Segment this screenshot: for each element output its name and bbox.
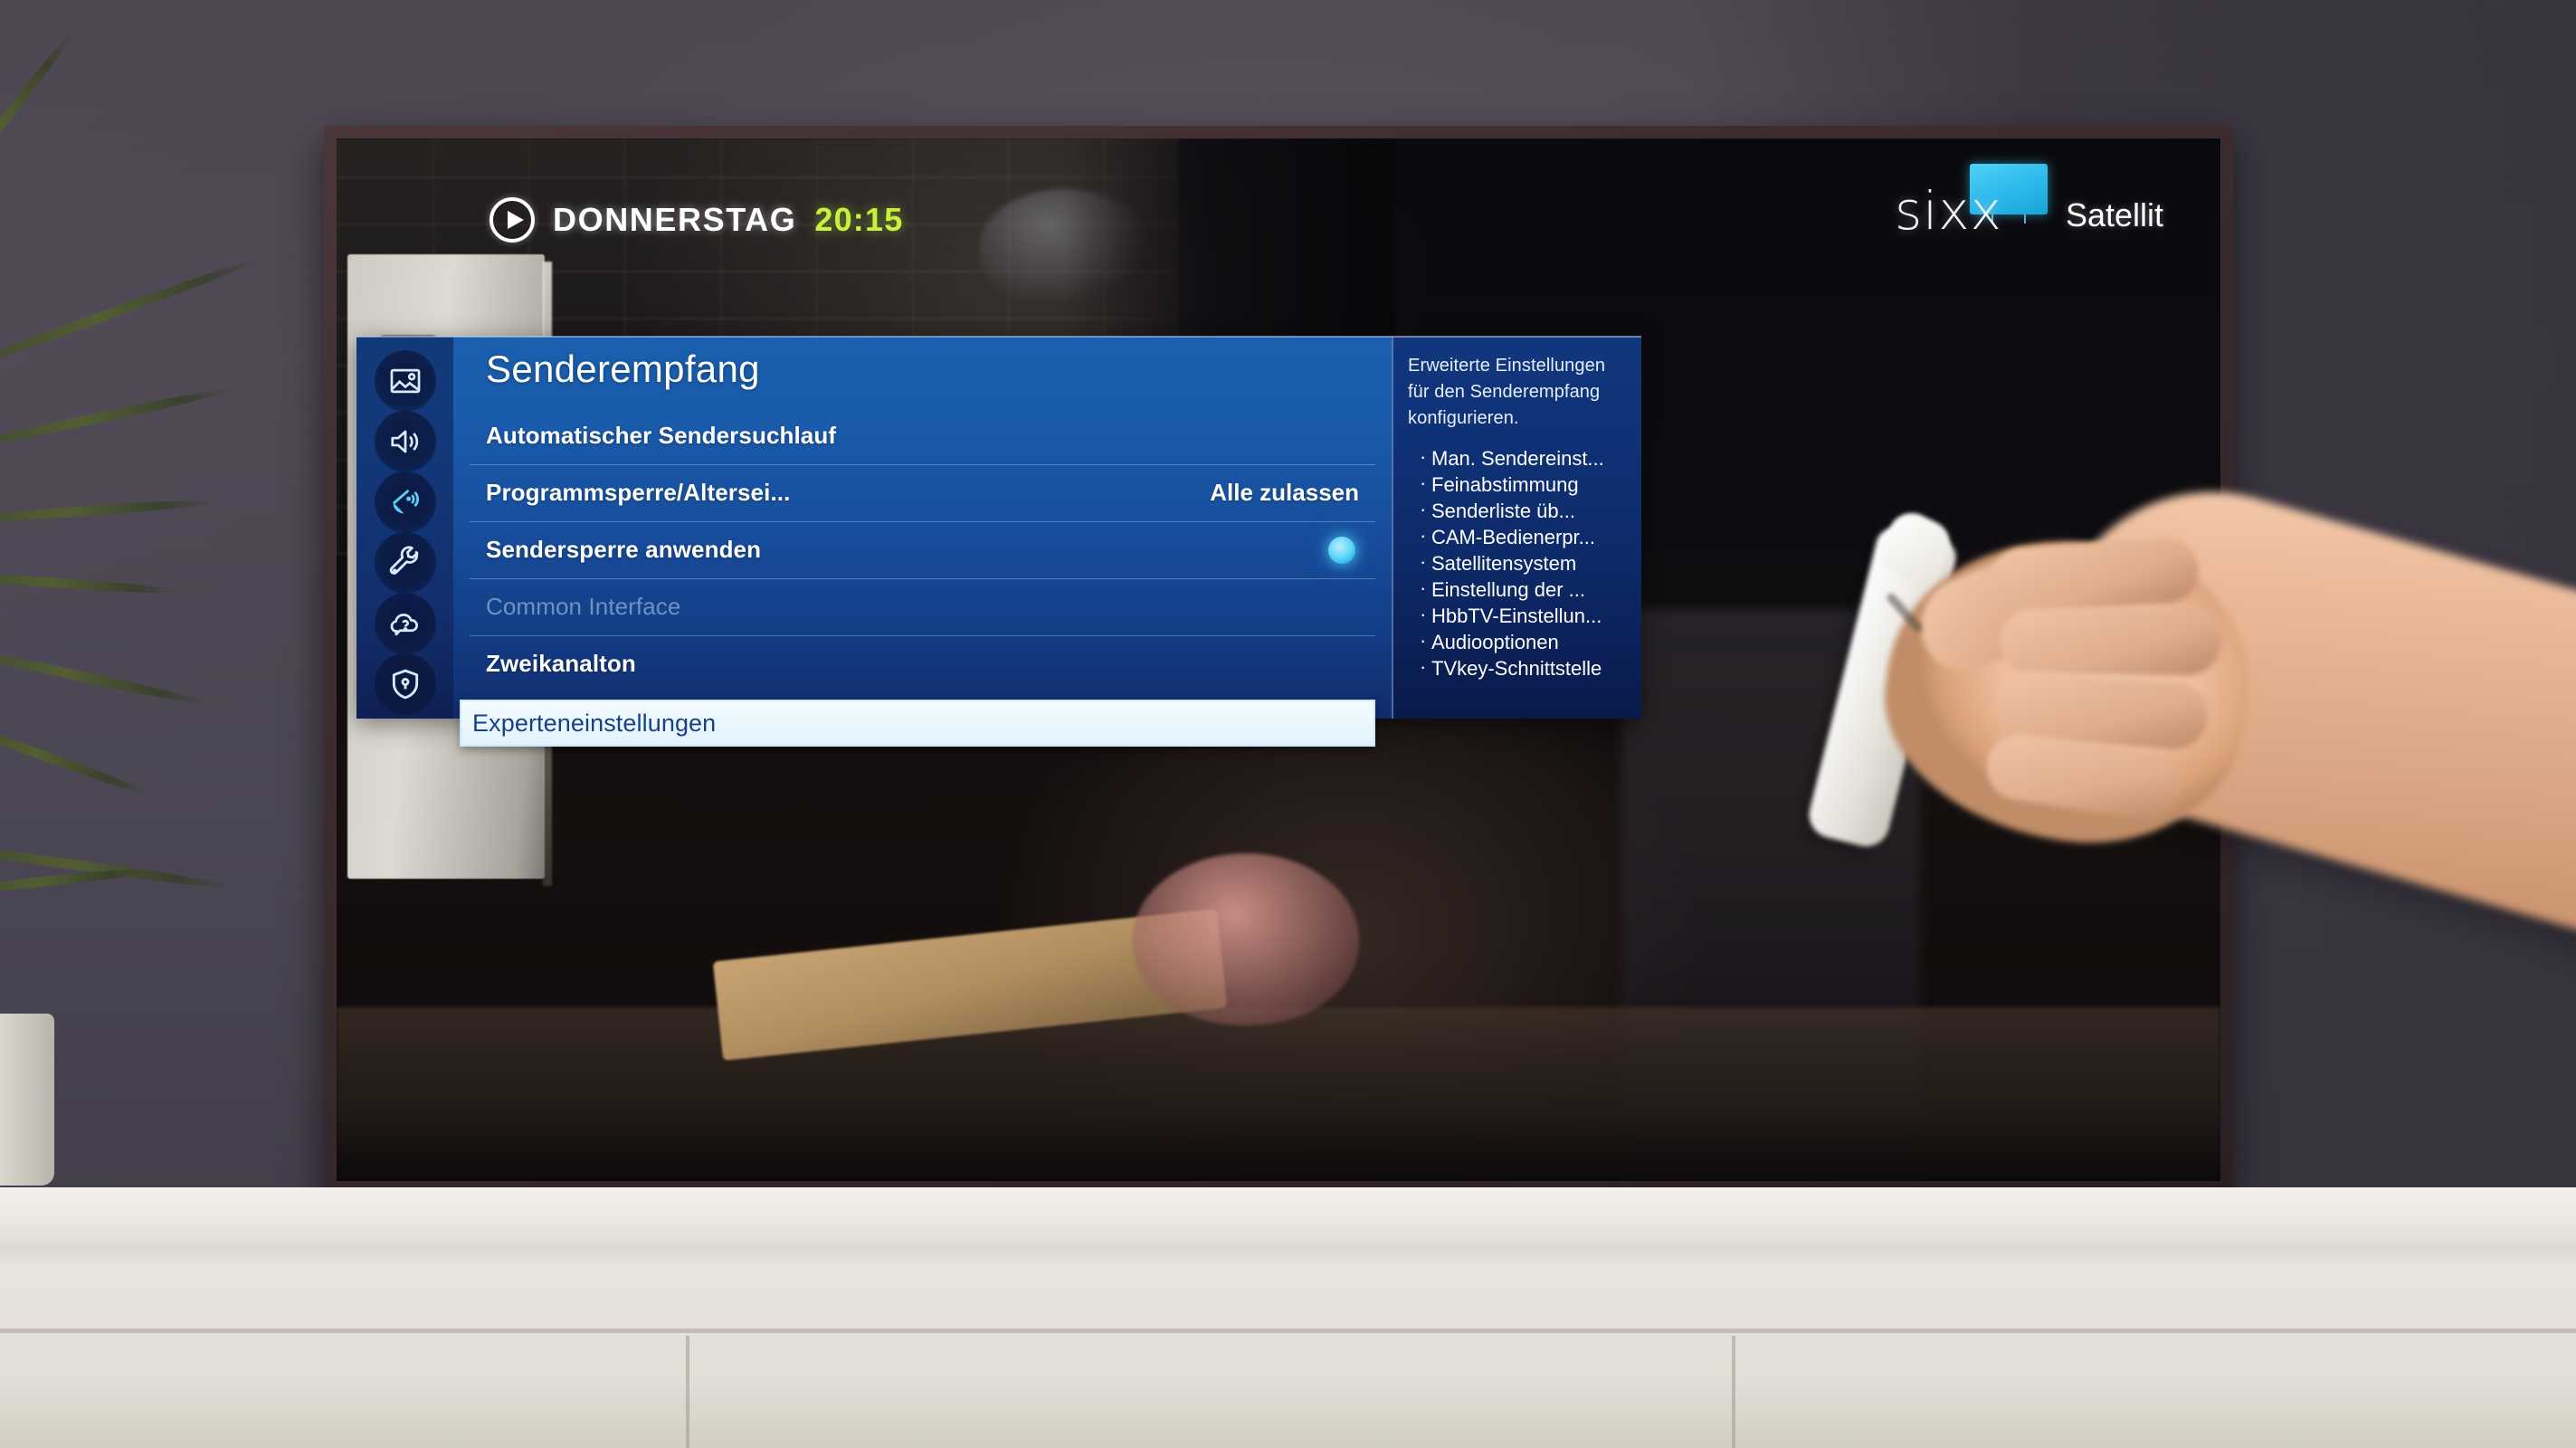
broadcasting-icon	[388, 485, 423, 519]
sound-icon	[388, 424, 423, 459]
sidebar-item-picture[interactable]	[374, 350, 436, 412]
television: DONNERSTAG 20:15 sixx Satellit Senderemp…	[324, 126, 2233, 1194]
settings-row-label: Automatischer Sendersuchlauf	[486, 422, 837, 449]
settings-row[interactable]: Programmsperre/Altersei... Alle zulassen	[470, 464, 1375, 521]
shield-lock-icon	[388, 667, 423, 701]
settings-row[interactable]: Zweikanalton	[470, 635, 1375, 692]
settings-row-label: Zweikanalton	[486, 650, 636, 677]
settings-row-label: Sendersperre anwenden	[486, 536, 762, 563]
settings-info-panel: Erweiterte Einstellungen für den Sendere…	[1392, 337, 1641, 719]
settings-sidebar	[356, 337, 453, 719]
play-circle-icon	[490, 197, 535, 243]
sideboard-surface	[0, 1187, 2576, 1225]
broadcast-day: DONNERSTAG	[553, 201, 797, 238]
info-list-item: Audiooptionen	[1420, 627, 1629, 655]
info-list-item: Einstellung der ...	[1420, 575, 1629, 603]
video-counter	[337, 1007, 2220, 1181]
settings-row[interactable]: Experteneinstellungen	[460, 700, 1375, 747]
potted-plant	[0, 0, 380, 1204]
settings-row-toggle[interactable]	[1328, 536, 1355, 564]
sidebar-item-sound[interactable]	[374, 411, 436, 472]
info-list-item: Satellitensystem	[1420, 548, 1629, 576]
settings-row[interactable]: Common Interface	[470, 578, 1375, 635]
settings-row-value: Alle zulassen	[1210, 479, 1359, 506]
settings-row-label: Experteneinstellungen	[472, 709, 717, 737]
plant-pot	[0, 1014, 54, 1186]
settings-row[interactable]: Sendersperre anwenden	[470, 521, 1375, 578]
settings-row[interactable]: Automatischer Sendersuchlauf	[470, 407, 1375, 464]
picture-icon	[388, 364, 423, 398]
info-item-list: Man. Sendereinst...FeinabstimmungSenderl…	[1408, 443, 1629, 681]
channel-logo-text: sixx	[1894, 180, 2002, 242]
settings-panel: Senderempfang Automatischer Sendersuchla…	[356, 337, 1641, 747]
now-playing-info: DONNERSTAG 20:15	[490, 197, 903, 243]
sidebar-item-general[interactable]	[374, 532, 436, 594]
info-list-item: HbbTV-Einstellun...	[1420, 601, 1629, 629]
sidebar-item-privacy[interactable]	[374, 653, 436, 715]
sideboard	[0, 1187, 2576, 1448]
settings-panel-top-border	[356, 336, 1641, 338]
support-icon	[388, 606, 423, 641]
sideboard-divider-1	[686, 1336, 689, 1448]
info-list-item: Feinabstimmung	[1420, 470, 1629, 498]
tv-screen: DONNERSTAG 20:15 sixx Satellit Senderemp…	[337, 138, 2220, 1181]
info-list-item: Man. Sendereinst...	[1420, 443, 1629, 472]
info-description: Erweiterte Einstellungen für den Sendere…	[1408, 356, 1606, 429]
sideboard-divider-2	[1732, 1336, 1735, 1448]
sidebar-item-broadcasting[interactable]	[374, 472, 436, 533]
broadcast-time: 20:15	[814, 201, 904, 238]
wrench-icon	[388, 546, 423, 580]
info-list-item: Senderliste üb...	[1420, 496, 1629, 524]
info-list-item: TVkey-Schnittstelle	[1420, 653, 1629, 681]
channel-logo: sixx	[1895, 164, 2053, 242]
page-title: Senderempfang	[486, 348, 760, 390]
settings-row-label: Common Interface	[486, 593, 681, 620]
settings-row-list: Automatischer Sendersuchlauf Programmsper…	[453, 407, 1392, 747]
osd-top-bar: DONNERSTAG 20:15 sixx Satellit	[337, 138, 2220, 319]
sideboard-seam	[0, 1329, 2576, 1333]
sidebar-item-support[interactable]	[374, 593, 436, 654]
signal-source-label: Satellit	[2065, 196, 2163, 233]
video-bowl	[1133, 853, 1359, 1025]
info-list-item: CAM-Bedienerpr...	[1420, 522, 1629, 550]
room-scene: DONNERSTAG 20:15 sixx Satellit Senderemp…	[0, 0, 2576, 1448]
channel-brand: sixx Satellit	[1895, 164, 2163, 242]
settings-main: Senderempfang Automatischer Sendersuchla…	[453, 337, 1392, 747]
settings-row-label: Programmsperre/Altersei...	[486, 479, 791, 506]
